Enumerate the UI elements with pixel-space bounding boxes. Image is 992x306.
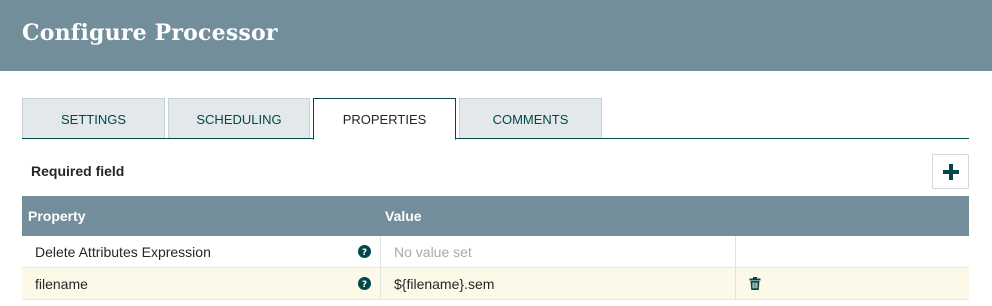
property-name: Delete Attributes Expression [35,244,211,260]
cell-divider [380,268,381,299]
dialog-header: Configure Processor [0,0,992,71]
tab-settings[interactable]: SETTINGS [22,98,165,139]
tab-bar: SETTINGS SCHEDULING PROPERTIES COMMENTS [22,98,969,140]
plus-icon [942,163,959,180]
question-circle-icon[interactable]: ? [358,277,371,290]
table-row[interactable]: filename ? ${filename}.sem [22,268,969,300]
property-value[interactable]: ${filename}.sem [394,276,494,292]
tab-comments[interactable]: COMMENTS [459,98,602,139]
property-name: filename [35,276,88,292]
tab-scheduling[interactable]: SCHEDULING [168,98,310,139]
column-header-property: Property [28,208,86,224]
question-circle-icon[interactable]: ? [358,245,371,258]
cell-divider [380,236,381,267]
cell-divider [735,236,736,267]
column-header-value: Value [385,208,422,224]
required-field-label: Required field [31,163,125,179]
table-header: Property Value [22,196,969,236]
cell-divider [735,268,736,299]
add-property-button[interactable] [932,154,969,189]
svg-text:?: ? [362,248,367,258]
table-row[interactable]: Delete Attributes Expression ? No value … [22,236,969,268]
properties-table: Property Value Delete Attributes Express… [22,196,969,300]
dialog-title: Configure Processor [22,20,278,46]
property-value[interactable]: No value set [394,244,472,260]
tab-underline [22,138,969,139]
tab-properties[interactable]: PROPERTIES [313,98,456,140]
trash-icon[interactable] [749,277,761,290]
svg-text:?: ? [362,280,367,290]
